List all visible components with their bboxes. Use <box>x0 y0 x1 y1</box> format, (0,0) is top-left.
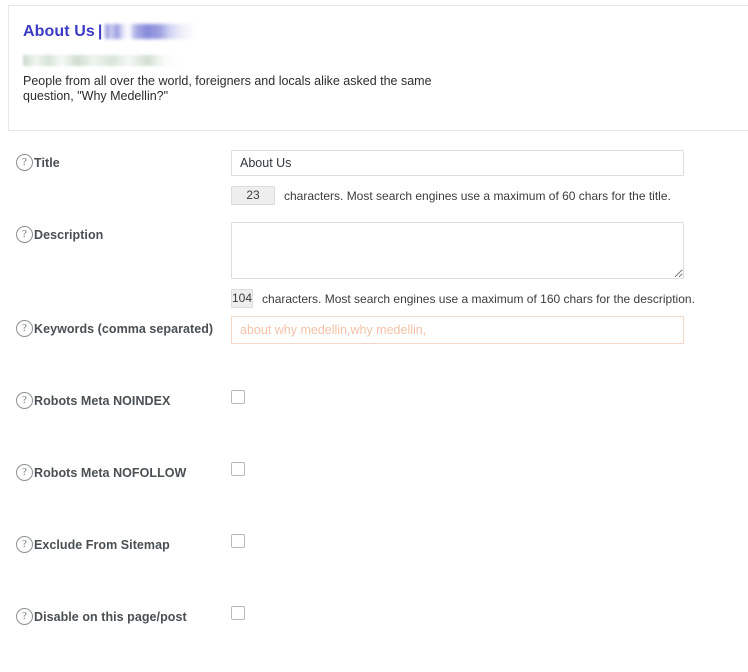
form-row-robots-noindex: ? Robots Meta NOINDEX <box>0 384 748 456</box>
disable-on-page-label: ? Disable on this page/post <box>16 608 187 625</box>
title-label-text: Title <box>34 155 60 170</box>
description-field-label: ? Description <box>16 226 103 243</box>
description-field-control: 104 characters. Most search engines use … <box>231 222 695 308</box>
title-character-count: 23 <box>231 186 275 205</box>
seo-settings-form: ? Title 23 characters. Most search engin… <box>0 146 748 672</box>
robots-noindex-label: ? Robots Meta NOINDEX <box>16 392 170 409</box>
robots-nofollow-label-text: Robots Meta NOFOLLOW <box>34 465 187 480</box>
keywords-input[interactable] <box>231 316 684 344</box>
serp-preview-description: People from all over the world, foreigne… <box>23 74 432 103</box>
title-input[interactable] <box>231 150 684 176</box>
description-counter-line: 104 characters. Most search engines use … <box>231 289 695 308</box>
disable-on-page-checkbox[interactable] <box>231 606 245 620</box>
robots-nofollow-checkbox[interactable] <box>231 462 245 476</box>
description-textarea[interactable] <box>231 222 684 279</box>
keywords-field-control <box>231 316 684 344</box>
help-circle-icon[interactable]: ? <box>16 536 33 553</box>
serp-preview-sitename-blurred <box>105 24 198 39</box>
form-row-robots-nofollow: ? Robots Meta NOFOLLOW <box>0 456 748 528</box>
form-row-exclude-sitemap: ? Exclude From Sitemap <box>0 528 748 600</box>
help-circle-icon[interactable]: ? <box>16 154 33 171</box>
robots-noindex-checkbox[interactable] <box>231 390 245 404</box>
description-label-text: Description <box>34 227 104 242</box>
disable-on-page-label-text: Disable on this page/post <box>34 609 187 624</box>
serp-preview-url-blurred <box>23 55 183 66</box>
form-row-disable-on-page: ? Disable on this page/post <box>0 600 748 672</box>
help-circle-icon[interactable]: ? <box>16 320 33 337</box>
robots-noindex-control <box>231 390 245 407</box>
title-counter-note: characters. Most search engines use a ma… <box>284 188 671 203</box>
robots-nofollow-control <box>231 462 245 479</box>
title-field-control: 23 characters. Most search engines use a… <box>231 150 684 205</box>
form-row-keywords: ? Keywords (comma separated) <box>0 312 748 384</box>
robots-nofollow-label: ? Robots Meta NOFOLLOW <box>16 464 186 481</box>
help-circle-icon[interactable]: ? <box>16 226 33 243</box>
disable-on-page-control <box>231 606 245 623</box>
exclude-sitemap-label: ? Exclude From Sitemap <box>16 536 170 553</box>
help-circle-icon[interactable]: ? <box>16 392 33 409</box>
form-row-title: ? Title 23 characters. Most search engin… <box>0 146 748 218</box>
description-counter-note: characters. Most search engines use a ma… <box>262 291 695 306</box>
serp-preview-title: About Us | <box>23 22 736 41</box>
description-character-count: 104 <box>231 289 254 308</box>
serp-preview-panel: About Us | People from all over the world… <box>8 5 748 131</box>
exclude-sitemap-control <box>231 534 245 551</box>
help-circle-icon[interactable]: ? <box>16 608 33 625</box>
serp-preview-title-separator: | <box>97 23 103 40</box>
robots-noindex-label-text: Robots Meta NOINDEX <box>34 393 171 408</box>
exclude-sitemap-checkbox[interactable] <box>231 534 245 548</box>
form-row-description: ? Description 104 characters. Most searc… <box>0 218 748 312</box>
title-counter-line: 23 characters. Most search engines use a… <box>231 186 684 205</box>
keywords-label-text: Keywords (comma separated) <box>34 321 214 336</box>
help-circle-icon[interactable]: ? <box>16 464 33 481</box>
title-field-label: ? Title <box>16 154 60 171</box>
exclude-sitemap-label-text: Exclude From Sitemap <box>34 537 170 552</box>
keywords-field-label: ? Keywords (comma separated) <box>16 320 213 337</box>
serp-preview-title-text: About Us <box>23 23 95 40</box>
